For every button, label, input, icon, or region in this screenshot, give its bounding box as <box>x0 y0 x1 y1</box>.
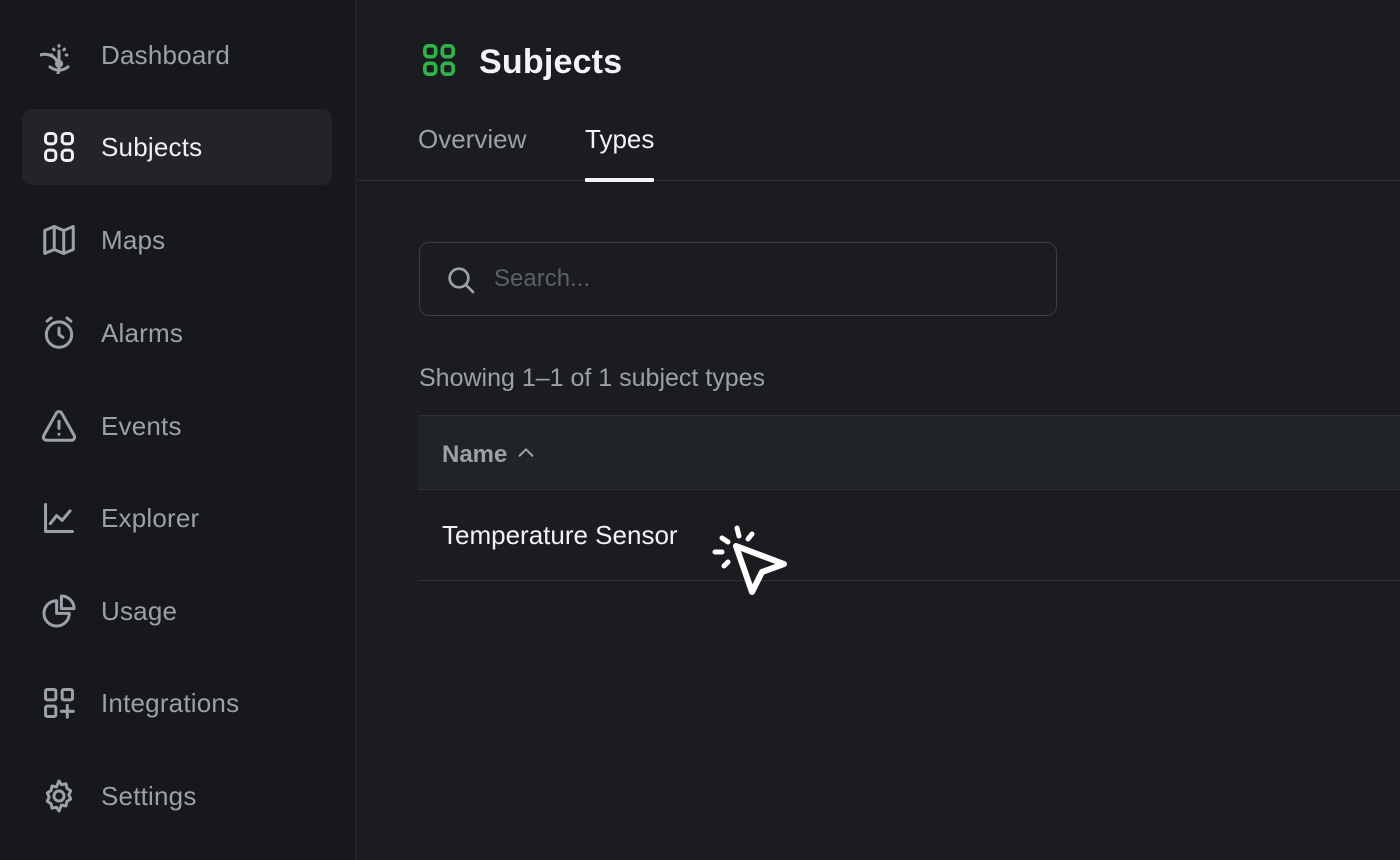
search-box <box>419 242 1057 316</box>
results-summary: Showing 1–1 of 1 subject types <box>419 364 766 392</box>
map-icon <box>39 220 79 260</box>
search-input[interactable] <box>494 257 1034 301</box>
gear-icon <box>39 776 79 816</box>
sidebar-item-integrations[interactable]: Integrations <box>22 665 332 741</box>
sidebar-item-alarms[interactable]: Alarms <box>22 295 332 371</box>
sidebar-item-label: Subjects <box>101 131 203 162</box>
line-chart-icon <box>39 498 79 538</box>
sidebar: Dashboard Subjects Maps Alarms Events Ex… <box>0 0 356 860</box>
sidebar-item-label: Maps <box>101 224 166 255</box>
sidebar-item-subjects[interactable]: Subjects <box>22 109 332 185</box>
pie-chart-icon <box>39 591 79 631</box>
sidebar-item-dashboard[interactable]: Dashboard <box>22 17 332 93</box>
sidebar-item-label: Dashboard <box>101 39 230 70</box>
gauge-icon <box>39 35 79 75</box>
sidebar-item-label: Events <box>101 410 182 441</box>
sidebar-item-explorer[interactable]: Explorer <box>22 480 332 556</box>
grid-plus-icon <box>39 683 79 723</box>
alarm-clock-icon <box>39 313 79 353</box>
grid-icon <box>419 40 459 85</box>
sidebar-item-maps[interactable]: Maps <box>22 202 332 278</box>
sidebar-item-label: Alarms <box>101 317 184 348</box>
chevron-up-icon <box>507 438 537 471</box>
table-header: Name <box>418 415 1400 490</box>
table-row[interactable]: Temperature Sensor <box>418 490 1400 581</box>
sidebar-item-label: Explorer <box>101 502 200 533</box>
sidebar-item-events[interactable]: Events <box>22 388 332 464</box>
grid-icon <box>39 127 79 167</box>
sidebar-item-label: Usage <box>101 595 178 626</box>
sidebar-item-label: Settings <box>101 780 197 811</box>
column-header-name[interactable]: Name <box>442 438 537 471</box>
sidebar-item-settings[interactable]: Settings <box>22 758 332 834</box>
warning-triangle-icon <box>39 406 79 446</box>
page-header: Subjects <box>419 40 622 85</box>
sidebar-item-usage[interactable]: Usage <box>22 573 332 649</box>
main-content: Subjects Overview Types Showing 1–1 of 1… <box>357 0 1400 860</box>
tab-overview[interactable]: Overview <box>418 124 526 181</box>
search-icon <box>445 264 477 296</box>
table-cell-name: Temperature Sensor <box>442 520 678 550</box>
column-header-label: Name <box>442 440 508 468</box>
tab-types[interactable]: Types <box>585 124 655 182</box>
sidebar-item-label: Integrations <box>101 687 240 718</box>
page-title: Subjects <box>479 43 623 81</box>
subject-types-table: Name Temperature Sensor <box>418 415 1400 581</box>
tab-bar: Overview Types <box>357 110 1400 182</box>
